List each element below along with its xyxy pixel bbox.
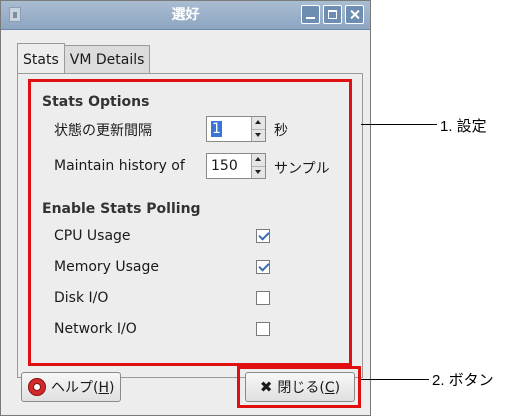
network-io-checkbox[interactable] xyxy=(256,322,270,336)
help-button[interactable]: ヘルプ(H) xyxy=(21,372,122,402)
close-icon: ✖ xyxy=(259,377,273,396)
settings-callout-label: 1. 設定 xyxy=(440,118,487,135)
update-interval-label: 状態の更新間隔 xyxy=(54,123,152,139)
polling-heading: Enable Stats Polling xyxy=(42,201,201,217)
close-window-icon[interactable] xyxy=(345,5,364,24)
history-unit: サンプル xyxy=(274,161,330,177)
window-controls xyxy=(301,5,364,24)
update-interval-unit: 秒 xyxy=(274,123,288,139)
close-button-label: 閉じる(C) xyxy=(277,380,341,396)
update-interval-spinner[interactable]: 1 xyxy=(206,116,266,142)
stats-options-heading: Stats Options xyxy=(42,94,150,110)
update-interval-field[interactable]: 1 xyxy=(207,117,251,141)
spin-up-icon[interactable] xyxy=(252,154,265,166)
tab-stats[interactable]: Stats xyxy=(17,43,65,73)
tab-bar: Stats VM Details xyxy=(17,43,151,73)
disk-io-checkbox[interactable] xyxy=(256,291,270,305)
disk-io-label: Disk I/O xyxy=(54,290,109,306)
title-bar[interactable]: 選好 xyxy=(1,1,370,30)
memory-usage-label: Memory Usage xyxy=(54,259,160,275)
spin-down-icon[interactable] xyxy=(252,165,265,179)
buttons-callout-label: 2. ボタン xyxy=(432,372,494,389)
memory-usage-checkbox[interactable] xyxy=(256,260,270,274)
history-label: Maintain history of xyxy=(54,158,185,174)
cpu-usage-label: CPU Usage xyxy=(54,228,131,244)
help-icon xyxy=(28,378,46,396)
buttons-callout-line xyxy=(361,379,429,380)
settings-callout-line xyxy=(361,124,437,125)
history-spinner[interactable]: 150 xyxy=(206,153,266,179)
history-field[interactable]: 150 xyxy=(207,154,251,178)
network-io-label: Network I/O xyxy=(54,321,137,337)
help-button-label: ヘルプ(H) xyxy=(51,380,115,396)
cpu-usage-checkbox[interactable] xyxy=(256,229,270,243)
close-button[interactable]: ✖ 閉じる(C) xyxy=(245,372,355,402)
tab-vm-details[interactable]: VM Details xyxy=(63,45,151,73)
stats-panel: Stats Options 状態の更新間隔 1 秒 Maintain histo… xyxy=(17,73,363,378)
spin-up-icon[interactable] xyxy=(252,117,265,129)
minimize-icon[interactable] xyxy=(301,5,320,24)
spinner-arrows[interactable] xyxy=(251,154,265,178)
preferences-window: 選好 Stats VM Details Stats Options 状態の更新間… xyxy=(0,0,371,416)
spinner-arrows[interactable] xyxy=(251,117,265,141)
maximize-icon[interactable] xyxy=(323,5,342,24)
spin-down-icon[interactable] xyxy=(252,128,265,142)
